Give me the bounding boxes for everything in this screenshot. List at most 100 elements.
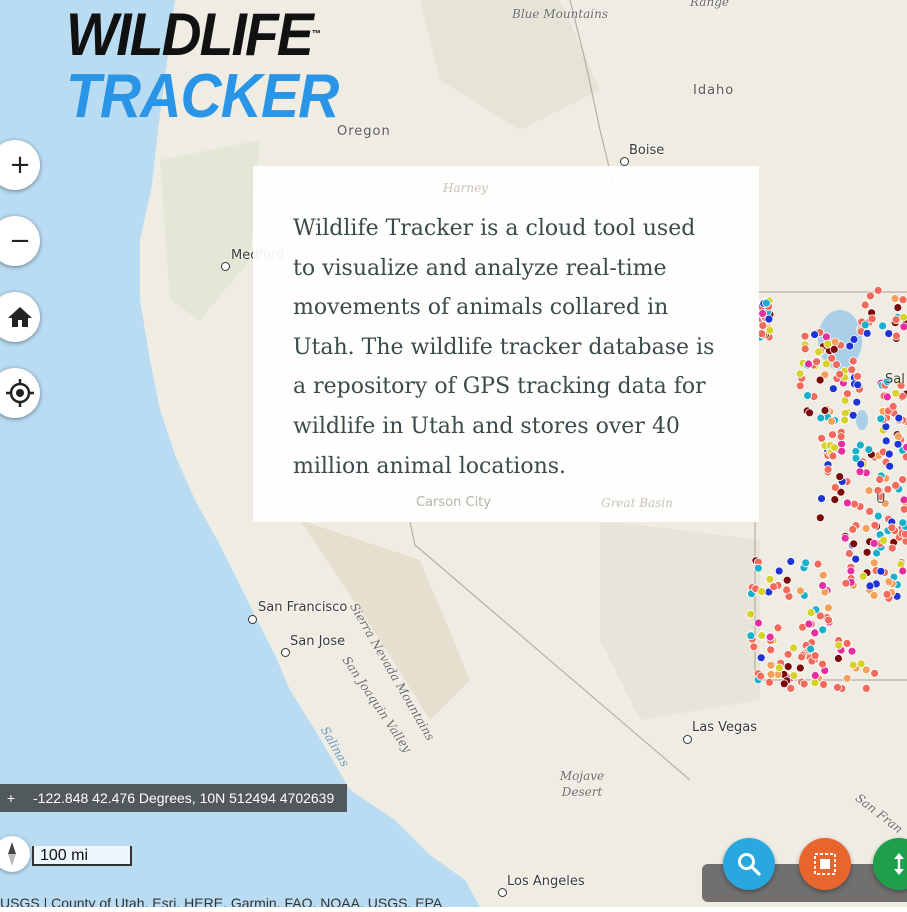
scale-bar-label: 100 mi xyxy=(40,847,88,864)
tracking-point xyxy=(829,452,837,460)
tracking-point xyxy=(829,385,837,393)
tracking-point xyxy=(800,680,808,688)
map-label-san-francisco: San Francisco xyxy=(258,600,347,615)
tracking-point xyxy=(851,500,859,508)
city-dot-san-francisco xyxy=(248,615,257,624)
tracking-point xyxy=(874,286,882,294)
tracking-point xyxy=(900,323,907,331)
tracking-point xyxy=(757,654,765,662)
compass-button[interactable] xyxy=(0,836,30,872)
tracking-point xyxy=(899,567,907,575)
tracking-point xyxy=(847,567,855,575)
tracking-point xyxy=(762,299,770,307)
tracking-point xyxy=(831,444,839,452)
tracking-point xyxy=(868,315,876,323)
tracking-point xyxy=(899,519,907,527)
tracking-point xyxy=(774,624,782,632)
map-label-salt-partial: Sal xyxy=(885,372,905,387)
tracking-point xyxy=(848,366,856,374)
map-label-utah-partial: U xyxy=(876,492,887,507)
tracking-point xyxy=(750,643,758,651)
logo-line2: TRACKER xyxy=(66,66,338,128)
tracking-point xyxy=(843,390,851,398)
tracking-point xyxy=(862,684,870,692)
tracking-point xyxy=(766,326,774,334)
tracking-point xyxy=(819,571,827,579)
tracking-point xyxy=(816,514,824,522)
tracking-point xyxy=(870,591,878,599)
tracking-point xyxy=(893,332,901,340)
tracking-point xyxy=(892,481,900,489)
tracking-point xyxy=(796,664,804,672)
tracking-point xyxy=(824,604,832,612)
tracking-point xyxy=(894,304,902,312)
tracking-point xyxy=(863,548,871,556)
tracking-point xyxy=(798,653,806,661)
tracking-point xyxy=(876,476,884,484)
tracking-point xyxy=(783,586,791,594)
tracking-point xyxy=(775,664,783,672)
tracking-point xyxy=(862,524,870,532)
tracking-point xyxy=(899,476,907,484)
tracking-point xyxy=(835,641,843,649)
tracking-point xyxy=(883,393,891,401)
city-dot-medford xyxy=(221,262,230,271)
tracking-point xyxy=(888,524,896,532)
tracking-point xyxy=(889,402,897,410)
tracking-point xyxy=(866,507,874,515)
coordinate-toggle-button[interactable]: + xyxy=(0,790,22,806)
tracking-point xyxy=(811,331,819,339)
tracking-point xyxy=(817,414,825,422)
tracking-point xyxy=(759,310,767,318)
tracking-point xyxy=(811,629,819,637)
tracking-point xyxy=(784,650,792,658)
tracking-point xyxy=(796,587,804,595)
tracking-point xyxy=(813,358,821,366)
tracking-point xyxy=(877,567,885,575)
tracking-point xyxy=(892,389,900,397)
tracking-point xyxy=(874,512,882,520)
tracking-point xyxy=(825,616,833,624)
tracking-point xyxy=(834,655,842,663)
plus-icon: + xyxy=(0,150,31,180)
tracking-point xyxy=(757,672,765,680)
tracking-point xyxy=(849,357,857,365)
tracking-point xyxy=(857,460,865,468)
tracking-point xyxy=(849,661,857,669)
tracking-point xyxy=(895,414,903,422)
tracking-point xyxy=(865,487,873,495)
select-button[interactable] xyxy=(799,838,851,890)
tracking-point xyxy=(805,360,813,368)
info-card: Wildlife Tracker is a cloud tool used to… xyxy=(253,166,759,522)
tracking-point xyxy=(854,372,862,380)
tracking-point xyxy=(829,431,837,439)
tracking-point xyxy=(871,669,879,677)
tracking-point xyxy=(843,674,851,682)
search-button[interactable] xyxy=(723,838,775,890)
tracking-point xyxy=(856,441,864,449)
tracking-point xyxy=(811,679,819,687)
tracking-point xyxy=(747,610,755,618)
tracking-point xyxy=(821,407,829,415)
map-label-carson-city: Carson City xyxy=(416,495,491,510)
tracking-point xyxy=(850,540,858,548)
tracking-point xyxy=(882,437,890,445)
tracking-point xyxy=(804,392,812,400)
tracking-point xyxy=(885,578,893,586)
tracking-point xyxy=(819,626,827,634)
tracking-point xyxy=(857,660,865,668)
coordinate-bar: + -122.848 42.476 Degrees, 10N 512494 47… xyxy=(0,784,347,812)
map-attribution: USGS | County of Utah, Esri, HERE, Garmi… xyxy=(0,893,700,907)
tracking-point xyxy=(903,443,907,451)
tracking-point xyxy=(765,315,773,323)
tracking-point xyxy=(818,434,826,442)
tracking-point xyxy=(885,330,893,338)
tracking-point xyxy=(849,525,857,533)
tracking-point xyxy=(843,499,851,507)
tracking-point xyxy=(845,550,853,558)
tracking-point xyxy=(900,496,907,504)
tracking-point xyxy=(900,505,907,513)
tracking-point xyxy=(754,564,762,572)
tracking-point xyxy=(754,619,762,627)
tracking-point xyxy=(888,544,896,552)
